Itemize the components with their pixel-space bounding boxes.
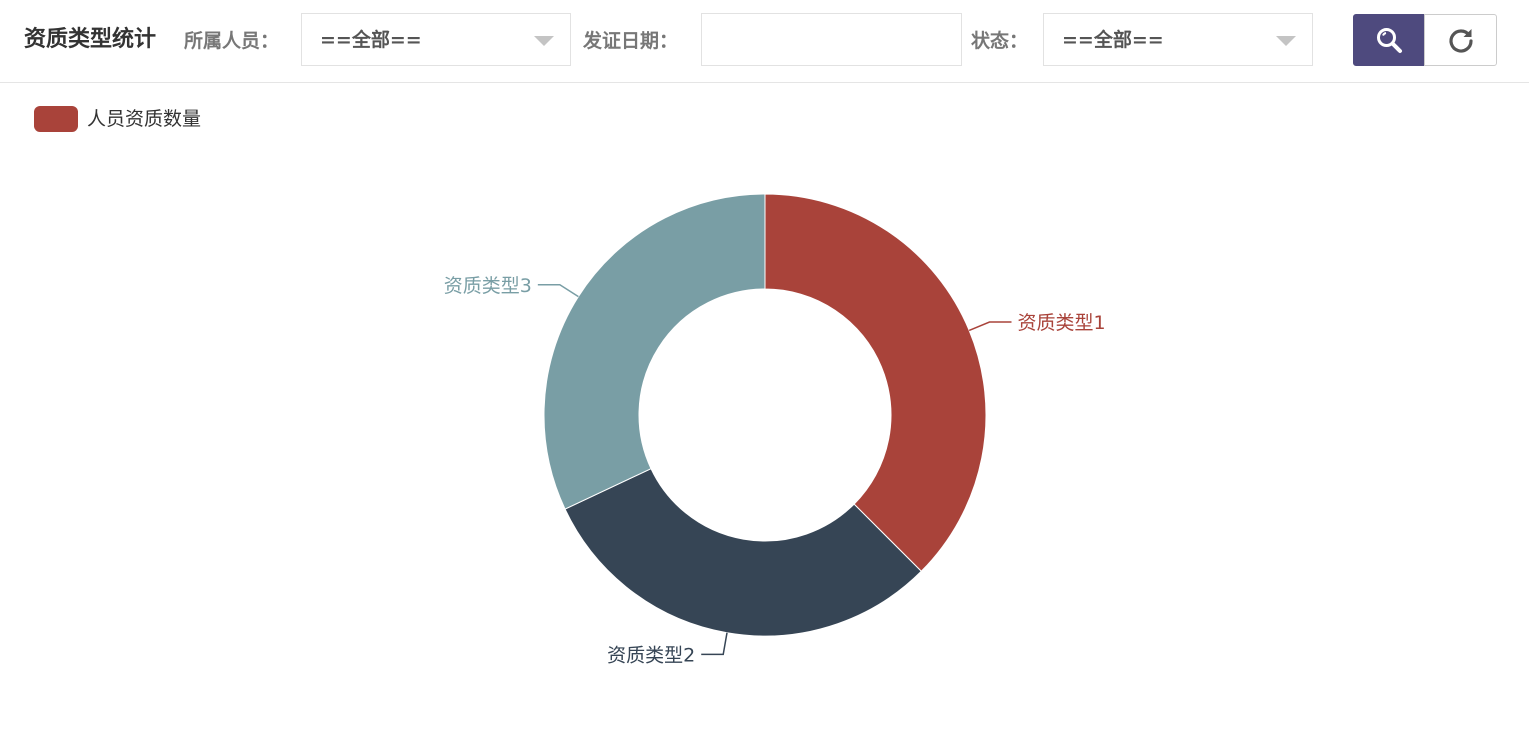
refresh-button[interactable]	[1424, 14, 1497, 66]
person-filter-label: 所属人员：	[184, 30, 280, 52]
pie-slice[interactable]	[764, 193, 987, 572]
chevron-down-icon	[534, 36, 554, 46]
status-select-value: ==全部==	[1062, 29, 1164, 51]
slice-label: 资质类型1	[1018, 312, 1106, 334]
slice-label: 资质类型2	[607, 644, 695, 666]
filter-toolbar: 资质类型统计 所属人员： ==全部== 发证日期： 状态： ==全部==	[0, 0, 1529, 83]
status-filter-label: 状态：	[971, 30, 1029, 52]
date-filter-label: 发证日期：	[583, 30, 679, 52]
slice-label: 资质类型3	[444, 275, 532, 297]
chevron-down-icon	[1276, 36, 1296, 46]
refresh-icon	[1448, 29, 1473, 53]
search-icon	[1377, 28, 1402, 53]
issue-date-input[interactable]	[701, 13, 962, 66]
label-leader-line	[968, 321, 1012, 332]
pie-slice[interactable]	[543, 193, 766, 510]
person-select[interactable]: ==全部==	[301, 13, 571, 66]
label-leader-line	[701, 632, 728, 656]
status-select[interactable]: ==全部==	[1043, 13, 1313, 66]
page-title: 资质类型统计	[24, 27, 157, 52]
donut-chart: 资质类型1 资质类型2 资质类型3	[444, 193, 1106, 666]
search-button[interactable]	[1353, 14, 1425, 66]
person-select-value: ==全部==	[320, 29, 422, 51]
label-leader-line	[537, 284, 579, 298]
